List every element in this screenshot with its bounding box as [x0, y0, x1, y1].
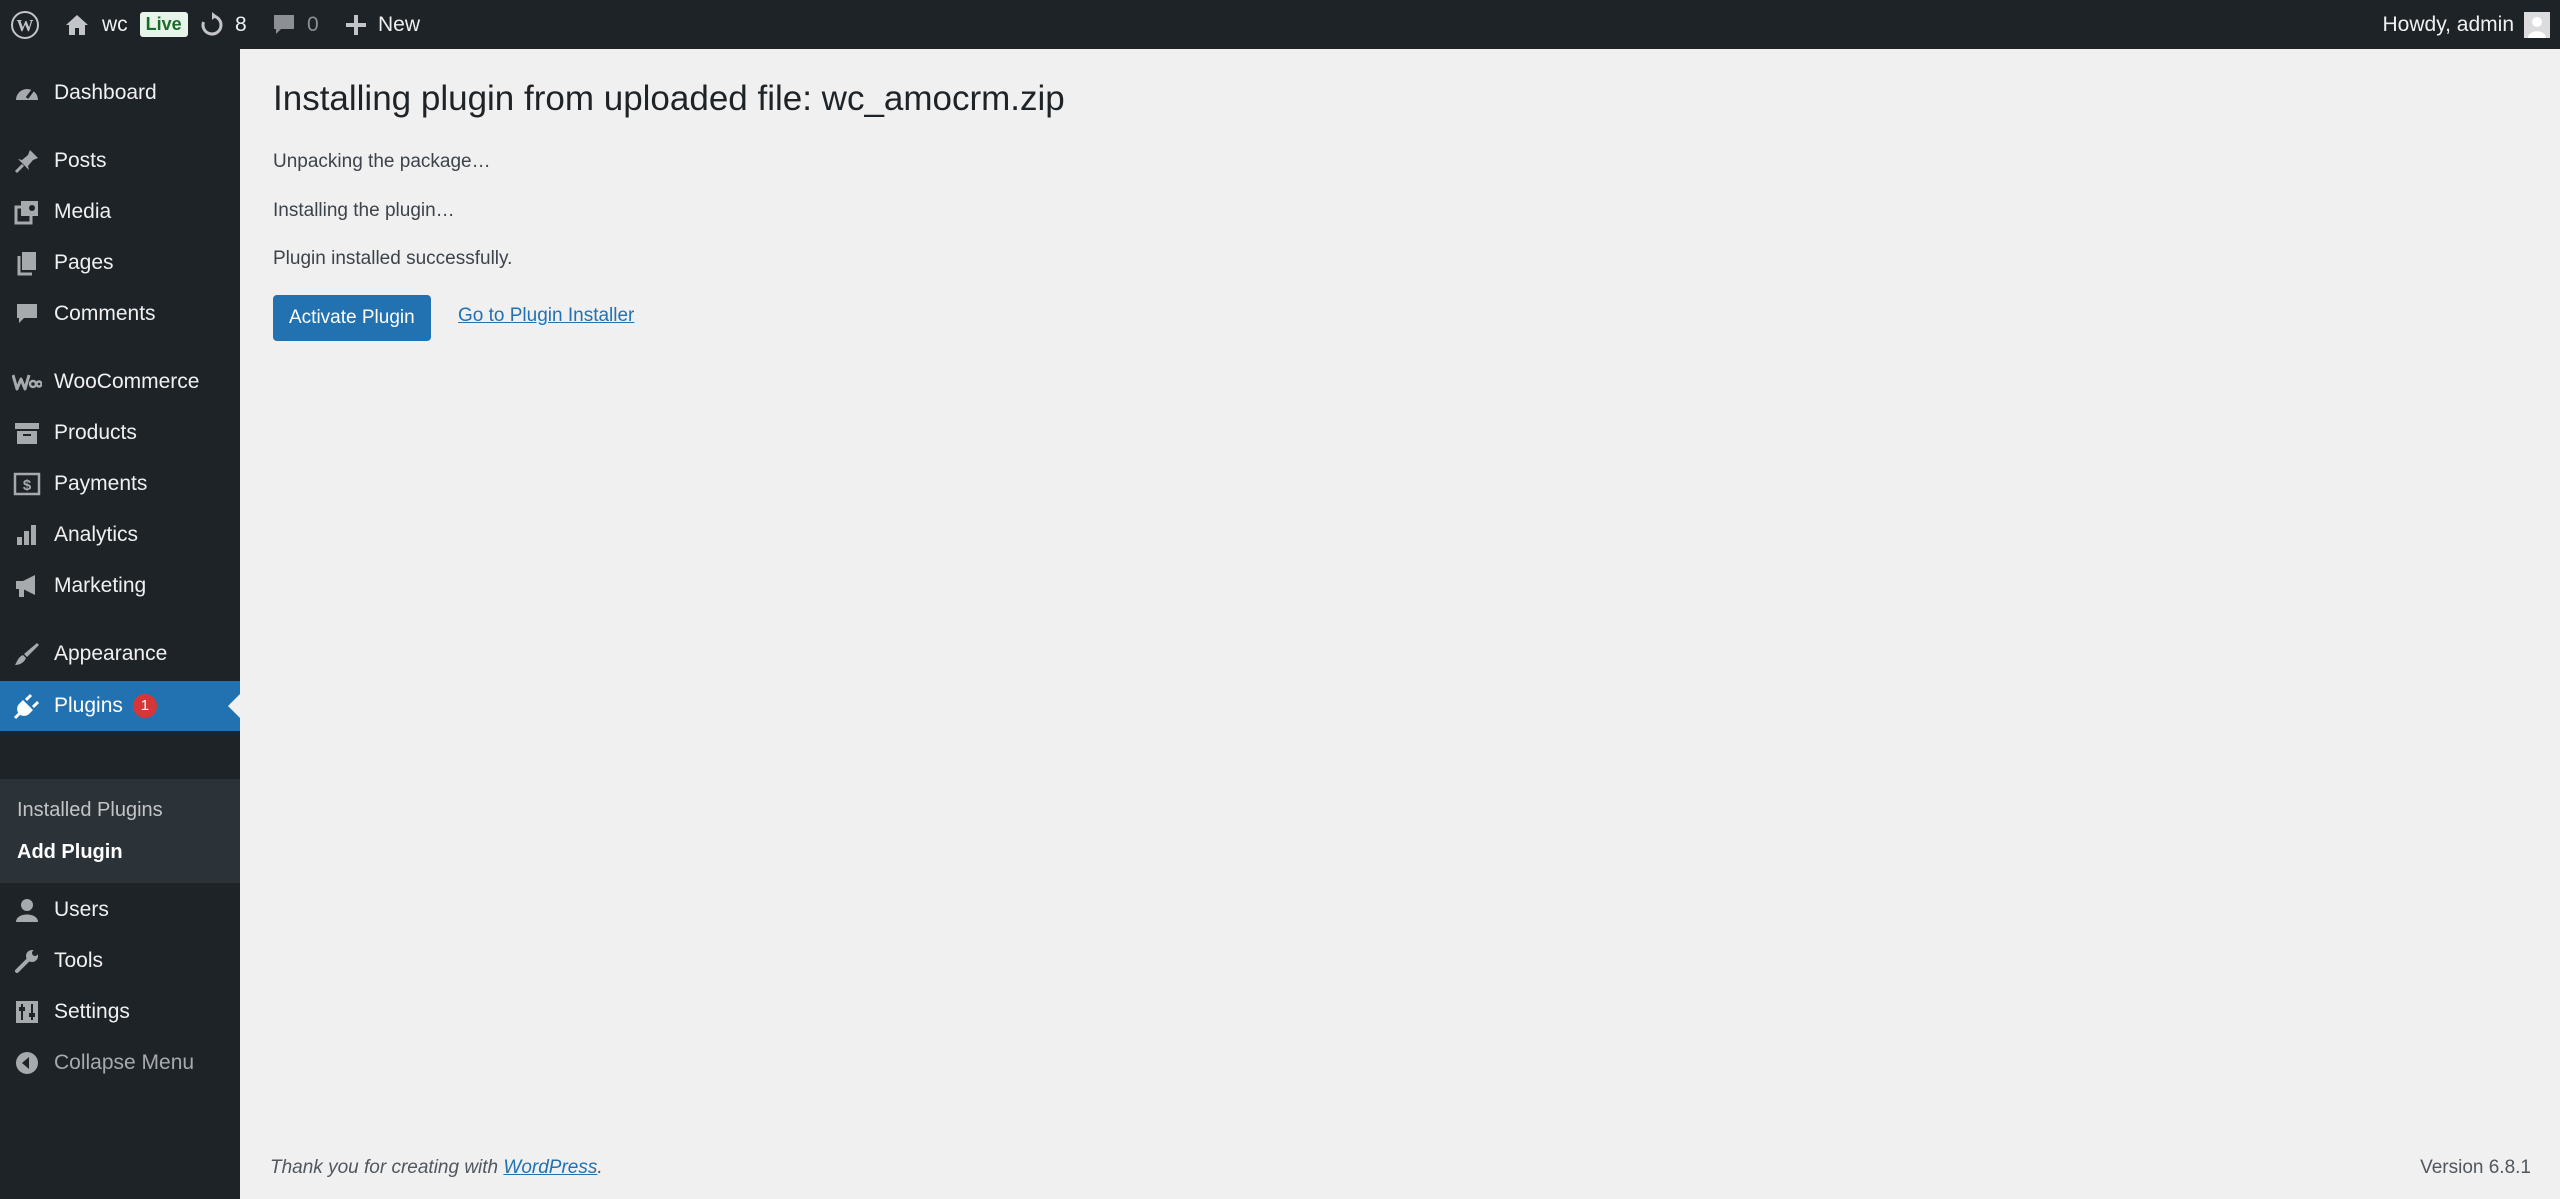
- footer-thanks-suffix: .: [597, 1157, 603, 1178]
- menu-label: Settings: [54, 1000, 130, 1023]
- plugins-submenu: Installed Plugins Add Plugin: [0, 779, 240, 883]
- status-message: Installing the plugin…: [273, 200, 455, 221]
- user-icon: [12, 895, 42, 925]
- plus-icon: [344, 13, 368, 37]
- menu-media[interactable]: Media: [0, 187, 240, 237]
- menu-label: Dashboard: [54, 81, 157, 104]
- bar-chart-icon: [12, 520, 42, 550]
- menu-label: Comments: [54, 302, 156, 325]
- site-name-link[interactable]: wc Live: [64, 0, 188, 49]
- comments-count: 0: [307, 12, 319, 36]
- menu-label: Tools: [54, 949, 104, 972]
- plugins-label: Plugins: [54, 693, 123, 717]
- menu-pages[interactable]: Pages: [0, 238, 240, 288]
- site-name: wc: [102, 12, 128, 36]
- avatar: [2524, 11, 2550, 38]
- wordpress-link[interactable]: WordPress: [503, 1157, 597, 1178]
- updates-count: 8: [235, 12, 247, 36]
- updates-link[interactable]: 8: [199, 0, 247, 49]
- archive-icon: [12, 418, 42, 448]
- collapse-icon: [12, 1048, 42, 1078]
- footer-thanks-prefix: Thank you for creating with: [270, 1157, 504, 1178]
- svg-text:W: W: [17, 16, 34, 35]
- update-icon: [199, 11, 225, 38]
- svg-text:$: $: [23, 477, 32, 494]
- menu-label: Products: [54, 421, 137, 444]
- brush-icon: [12, 639, 42, 669]
- menu-comments[interactable]: Comments: [0, 289, 240, 339]
- pages-icon: [12, 248, 42, 278]
- menu-label: Pages: [54, 251, 114, 274]
- megaphone-icon: [12, 571, 42, 601]
- update-count-badge: 1: [132, 694, 157, 719]
- pin-icon: [12, 146, 42, 176]
- account-menu[interactable]: Howdy, admin: [2382, 0, 2550, 49]
- new-label: New: [378, 12, 421, 36]
- comment-icon: [12, 299, 42, 329]
- admin-bar: W wc Live 8 0 New Howdy, admin: [0, 0, 2560, 49]
- home-icon: [64, 13, 90, 37]
- menu-label: Payments: [54, 472, 148, 495]
- wordpress-logo-icon[interactable]: W: [10, 0, 40, 49]
- collapse-menu-button[interactable]: Collapse Menu: [0, 1038, 240, 1088]
- menu-dashboard[interactable]: Dashboard: [0, 68, 240, 118]
- menu-users[interactable]: Users: [0, 885, 240, 935]
- menu-label: Collapse Menu: [54, 1051, 195, 1074]
- status-message: Plugin installed successfully.: [273, 248, 513, 269]
- menu-tools[interactable]: Tools: [0, 936, 240, 986]
- menu-label: Analytics: [54, 523, 139, 546]
- menu-label: Appearance: [54, 642, 168, 665]
- plugin-installer-link[interactable]: Go to Plugin Installer: [458, 305, 634, 327]
- submenu-add-plugin[interactable]: Add Plugin: [17, 841, 123, 864]
- admin-sidebar: Dashboard Posts Media Pages Comments Woo…: [0, 49, 240, 1199]
- new-content-link[interactable]: New: [344, 0, 420, 49]
- submenu-installed-plugins[interactable]: Installed Plugins: [17, 799, 163, 822]
- menu-plugins[interactable]: Plugins 1: [0, 681, 240, 731]
- menu-label: Marketing: [54, 574, 147, 597]
- media-icon: [12, 197, 42, 227]
- sliders-icon: [12, 997, 42, 1027]
- page-title: Installing plugin from uploaded file: wc…: [273, 79, 1065, 118]
- woo-icon: [12, 367, 42, 397]
- menu-appearance[interactable]: Appearance: [0, 629, 240, 679]
- menu-label: Posts: [54, 149, 107, 172]
- menu-payments[interactable]: $ Payments: [0, 459, 240, 509]
- menu-label: Plugins 1: [54, 693, 157, 719]
- activate-plugin-button[interactable]: Activate Plugin: [273, 295, 431, 341]
- plugin-icon: [12, 691, 42, 721]
- menu-label: Media: [54, 200, 112, 223]
- howdy-text: Howdy, admin: [2382, 12, 2515, 36]
- menu-analytics[interactable]: Analytics: [0, 510, 240, 560]
- menu-products[interactable]: Products: [0, 408, 240, 458]
- status-message: Unpacking the package…: [273, 151, 491, 172]
- menu-marketing[interactable]: Marketing: [0, 561, 240, 611]
- comment-bubble-icon: [271, 13, 297, 37]
- menu-label: Users: [54, 898, 109, 921]
- menu-woocommerce[interactable]: WooCommerce: [0, 357, 240, 407]
- footer-thanks: Thank you for creating with WordPress.: [270, 1157, 603, 1179]
- menu-label: WooCommerce: [54, 370, 200, 393]
- live-badge: Live: [139, 12, 188, 37]
- footer-version: Version 6.8.1: [2420, 1157, 2531, 1178]
- comments-link[interactable]: 0: [271, 0, 319, 49]
- wrench-icon: [12, 946, 42, 976]
- dollar-icon: $: [12, 469, 42, 499]
- current-menu-arrow: [228, 694, 240, 718]
- menu-posts[interactable]: Posts: [0, 136, 240, 186]
- menu-settings[interactable]: Settings: [0, 987, 240, 1037]
- dashboard-icon: [12, 78, 42, 108]
